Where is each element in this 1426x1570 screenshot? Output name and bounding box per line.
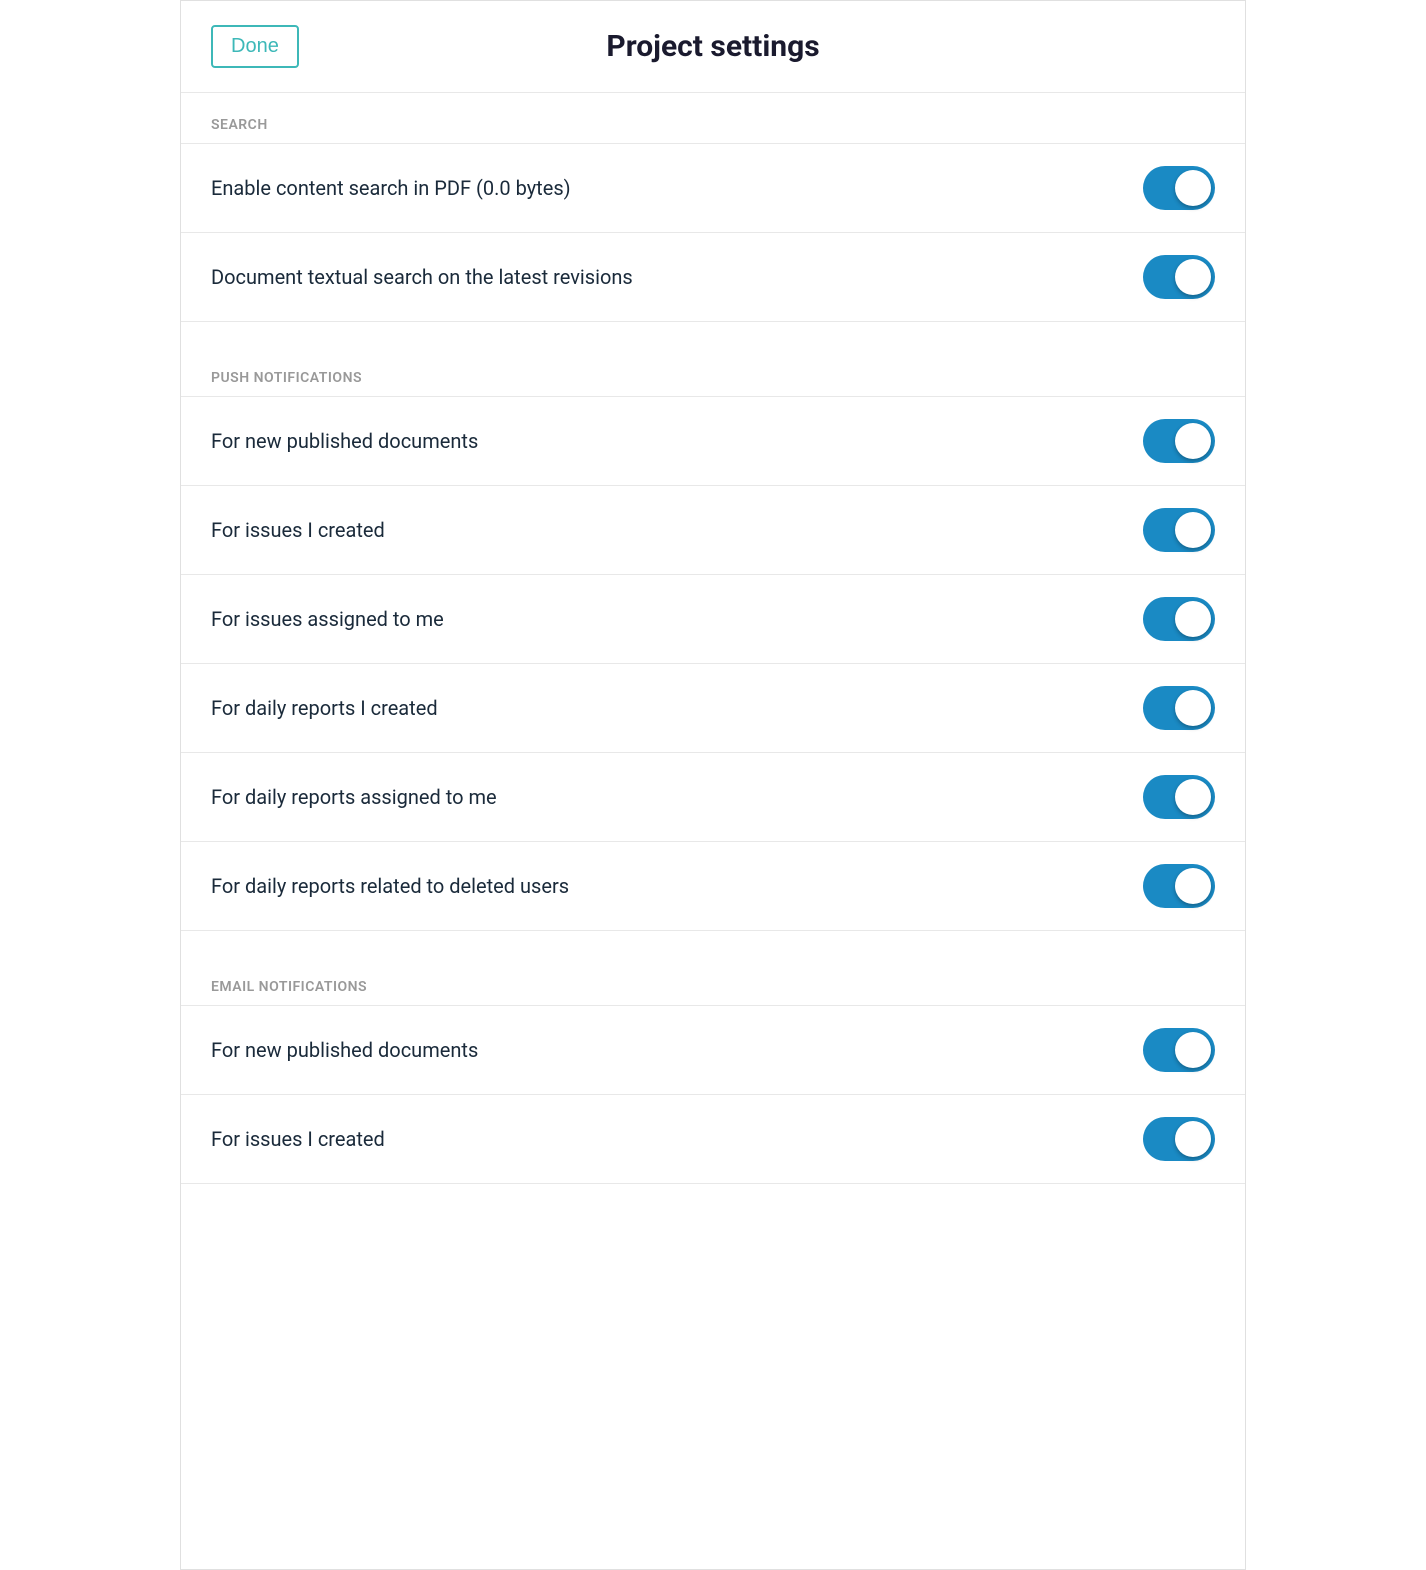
setting-row-push-daily-reports-created: For daily reports I created (181, 663, 1245, 752)
toggle-document-textual-search[interactable] (1143, 255, 1215, 299)
toggle-track-push-new-published (1143, 419, 1215, 463)
toggle-thumb-push-daily-reports-assigned (1175, 779, 1211, 815)
setting-label-push-issues-created: For issues I created (211, 518, 385, 542)
done-button[interactable]: Done (211, 25, 299, 68)
toggle-push-daily-reports-created[interactable] (1143, 686, 1215, 730)
toggle-email-issues-created[interactable] (1143, 1117, 1215, 1161)
page-header: Done Project settings (181, 1, 1245, 93)
setting-label-document-textual-search: Document textual search on the latest re… (211, 265, 633, 289)
section-header-email-notifications: EMAIL NOTIFICATIONS (181, 955, 1245, 1005)
section-header-search: SEARCH (181, 93, 1245, 143)
toggle-push-daily-reports-deleted[interactable] (1143, 864, 1215, 908)
toggle-thumb-push-new-published (1175, 423, 1211, 459)
toggle-thumb-email-issues-created (1175, 1121, 1211, 1157)
setting-row-push-daily-reports-deleted: For daily reports related to deleted use… (181, 841, 1245, 931)
toggle-track-push-issues-created (1143, 508, 1215, 552)
setting-row-push-issues-assigned: For issues assigned to me (181, 574, 1245, 663)
setting-row-email-new-published: For new published documents (181, 1005, 1245, 1094)
toggle-track-email-new-published (1143, 1028, 1215, 1072)
section-search: SEARCH Enable content search in PDF (0.0 … (181, 93, 1245, 322)
toggle-thumb-push-daily-reports-created (1175, 690, 1211, 726)
toggle-thumb-push-issues-created (1175, 512, 1211, 548)
toggle-thumb-push-daily-reports-deleted (1175, 868, 1211, 904)
setting-row-push-new-published: For new published documents (181, 396, 1245, 485)
toggle-track-push-daily-reports-deleted (1143, 864, 1215, 908)
setting-label-push-daily-reports-assigned: For daily reports assigned to me (211, 785, 497, 809)
toggle-thumb-enable-content-search (1175, 170, 1211, 206)
toggle-track-email-issues-created (1143, 1117, 1215, 1161)
setting-label-email-issues-created: For issues I created (211, 1127, 385, 1151)
toggle-track-document-textual-search (1143, 255, 1215, 299)
toggle-push-issues-assigned[interactable] (1143, 597, 1215, 641)
page-title: Project settings (606, 29, 819, 64)
setting-row-push-daily-reports-assigned: For daily reports assigned to me (181, 752, 1245, 841)
setting-label-enable-content-search: Enable content search in PDF (0.0 bytes) (211, 176, 571, 200)
setting-row-enable-content-search: Enable content search in PDF (0.0 bytes) (181, 143, 1245, 232)
toggle-track-push-daily-reports-assigned (1143, 775, 1215, 819)
setting-label-push-new-published: For new published documents (211, 429, 478, 453)
setting-label-push-daily-reports-created: For daily reports I created (211, 696, 438, 720)
setting-row-email-issues-created: For issues I created (181, 1094, 1245, 1184)
setting-row-document-textual-search: Document textual search on the latest re… (181, 232, 1245, 322)
toggle-thumb-document-textual-search (1175, 259, 1211, 295)
toggle-track-push-daily-reports-created (1143, 686, 1215, 730)
toggle-email-new-published[interactable] (1143, 1028, 1215, 1072)
setting-label-push-issues-assigned: For issues assigned to me (211, 607, 444, 631)
toggle-thumb-push-issues-assigned (1175, 601, 1211, 637)
toggle-track-enable-content-search (1143, 166, 1215, 210)
section-email-notifications: EMAIL NOTIFICATIONS For new published doc… (181, 955, 1245, 1184)
toggle-track-push-issues-assigned (1143, 597, 1215, 641)
settings-content: SEARCH Enable content search in PDF (0.0 … (181, 93, 1245, 1184)
toggle-push-new-published[interactable] (1143, 419, 1215, 463)
setting-label-email-new-published: For new published documents (211, 1038, 478, 1062)
setting-label-push-daily-reports-deleted: For daily reports related to deleted use… (211, 874, 569, 898)
section-header-push-notifications: PUSH NOTIFICATIONS (181, 346, 1245, 396)
setting-row-push-issues-created: For issues I created (181, 485, 1245, 574)
section-push-notifications: PUSH NOTIFICATIONS For new published docu… (181, 346, 1245, 931)
toggle-push-daily-reports-assigned[interactable] (1143, 775, 1215, 819)
toggle-push-issues-created[interactable] (1143, 508, 1215, 552)
toggle-enable-content-search[interactable] (1143, 166, 1215, 210)
toggle-thumb-email-new-published (1175, 1032, 1211, 1068)
